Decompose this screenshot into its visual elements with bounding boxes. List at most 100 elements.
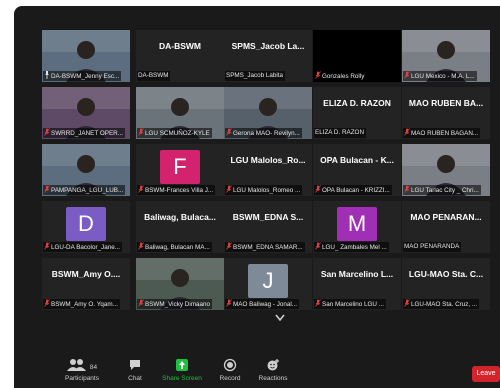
- participant-tile[interactable]: San Marcelino L... San Marcelino LGU ...: [313, 258, 401, 310]
- participant-name-label: Gerona MAO- Revilyn...: [225, 128, 302, 138]
- participant-name-label: Gonzales Rolly: [314, 71, 367, 81]
- participant-name-text: BSWM_Amy O. Yqam...: [51, 301, 118, 308]
- muted-mic-icon: [138, 185, 144, 193]
- participant-name-label: LGU Tarlac City _ Chri...: [403, 185, 481, 195]
- participant-tile[interactable]: Gonzales Rolly: [313, 30, 401, 82]
- participant-tile[interactable]: MAO PENARAN... MAO PENARANDA: [402, 201, 490, 253]
- participant-tile[interactable]: LGU-MAO Sta. C... LGU-MAO Sta. Cruz, ...: [402, 258, 490, 310]
- participant-tile[interactable]: LGU Tarlac City _ Chri...: [402, 144, 490, 196]
- participant-tile[interactable]: F BSWM-Frances Villa J...: [136, 144, 224, 196]
- participant-name-text: MAO RUBEN BAGAN...: [411, 130, 479, 137]
- participant-name-label: LGU SCMUÑOZ-KYLE: [137, 128, 212, 138]
- participant-tile[interactable]: BSWM_EDNA S... BSWM_EDNA SAMAR...: [224, 201, 312, 253]
- participant-tile[interactable]: Baliwag, Bulaca... Baliwag, Bulacan MA...: [136, 201, 224, 253]
- chat-bubble-icon: [124, 358, 146, 372]
- participant-name-label: BSWM-Frances Villa J...: [137, 185, 216, 195]
- participants-label: Participants: [65, 375, 99, 382]
- participant-name-label: LGU Mexico - M.A. L...: [403, 71, 477, 81]
- participant-name-label: LGU Malolos_Romeo ...: [225, 185, 303, 195]
- avatar: F: [160, 150, 200, 184]
- participant-display-name: BSWM_EDNA S...: [232, 212, 304, 222]
- chat-label: Chat: [128, 375, 142, 382]
- muted-mic-icon: [226, 242, 232, 250]
- avatar: J: [248, 264, 288, 298]
- participant-display-name: SPMS_Jacob La...: [231, 41, 305, 51]
- participant-tile[interactable]: BSWM_Amy O.... BSWM_Amy O. Yqam...: [42, 258, 130, 310]
- share-screen-button[interactable]: Share Screen: [162, 358, 202, 386]
- muted-mic-icon: [226, 299, 232, 307]
- meeting-area: DA-BSWM_Jenny Esc... DA-BSWM DA-BSWM SPMS_J…: [14, 6, 500, 388]
- muted-mic-icon: [315, 71, 321, 79]
- participant-name-text: PAMPANGA_LGU_LUB...: [51, 187, 124, 194]
- participants-button[interactable]: 84 Participants: [62, 358, 102, 386]
- participant-tile[interactable]: SWRRD_JANET OPER...: [42, 87, 130, 139]
- participant-name-text: BSWM_EDNA SAMAR...: [233, 244, 303, 251]
- participant-tile[interactable]: M LGU_ Zambales Mel ...: [313, 201, 401, 253]
- participant-name-label: San Marcelino LGU ...: [314, 299, 386, 309]
- participant-name-label: LGU-MAO Sta. Cruz, ...: [403, 299, 480, 309]
- reactions-button[interactable]: Reactions: [258, 358, 288, 386]
- leave-button[interactable]: Leave: [472, 366, 500, 382]
- participant-grid: DA-BSWM_Jenny Esc... DA-BSWM DA-BSWM SPMS_J…: [42, 30, 500, 312]
- participant-name-text: DA-BSWM: [138, 72, 169, 79]
- participant-name-label: BSWM_Amy O. Yqam...: [43, 299, 120, 309]
- participant-name-label: LGU-DA Bacolor_Jane...: [43, 242, 122, 252]
- participant-tile[interactable]: Gerona MAO- Revilyn...: [224, 87, 312, 139]
- participant-name-label: DA-BSWM_Jenny Esc...: [43, 71, 122, 81]
- muted-mic-icon: [44, 185, 50, 193]
- participant-name-text: Gonzales Rolly: [322, 73, 365, 80]
- participant-tile[interactable]: LGU Malolos_Ro... LGU Malolos_Romeo ...: [224, 144, 312, 196]
- record-icon: [216, 358, 244, 372]
- participant-tile[interactable]: ELIZA D. RAZON ELIZA D. RAZON: [313, 87, 401, 139]
- participant-name-text: LGU Mexico - M.A. L...: [411, 73, 475, 80]
- muted-mic-icon: [315, 299, 321, 307]
- participant-tile[interactable]: DA-BSWM DA-BSWM: [136, 30, 224, 82]
- participant-name-text: LGU Tarlac City _ Chri...: [411, 187, 479, 194]
- participant-name-text: San Marcelino LGU ...: [322, 301, 384, 308]
- muted-mic-icon: [226, 185, 232, 193]
- participant-tile[interactable]: OPA Bulacan - K... OPA Bulacan - KRIZZI..…: [313, 144, 401, 196]
- participant-name-text: LGU-MAO Sta. Cruz, ...: [411, 301, 478, 308]
- participant-display-name: San Marcelino L...: [320, 269, 394, 279]
- participant-display-name: LGU-MAO Sta. C...: [408, 269, 484, 279]
- avatar: D: [66, 207, 106, 241]
- muted-mic-icon: [138, 299, 144, 307]
- chat-button[interactable]: Chat: [124, 358, 146, 386]
- record-label: Record: [219, 375, 241, 382]
- chevron-down-icon[interactable]: [270, 312, 290, 324]
- participant-tile[interactable]: SPMS_Jacob La... SPMS_Jacob Labita: [224, 30, 312, 82]
- participant-tile[interactable]: MAO RUBEN BA... MAO RUBEN BAGAN...: [402, 87, 490, 139]
- participant-display-name: MAO RUBEN BA...: [408, 98, 484, 108]
- avatar: M: [337, 207, 377, 241]
- pin-icon: [45, 71, 49, 79]
- participant-tile[interactable]: LGU SCMUÑOZ-KYLE: [136, 87, 224, 139]
- record-button[interactable]: Record: [216, 358, 244, 386]
- participant-tile[interactable]: J MAO Baliwag - Jonal...: [224, 258, 312, 310]
- participant-name-text: OPA Bulacan - KRIZZI...: [322, 187, 390, 194]
- muted-mic-icon: [226, 128, 232, 136]
- participant-name-text: SWRRD_JANET OPER...: [51, 130, 123, 137]
- participant-tile[interactable]: D LGU-DA Bacolor_Jane...: [42, 201, 130, 253]
- muted-mic-icon: [44, 242, 50, 250]
- participant-name-text: LGU SCMUÑOZ-KYLE: [145, 130, 210, 137]
- participant-name-text: BSWM-Frances Villa J...: [145, 187, 214, 194]
- participant-tile[interactable]: PAMPANGA_LGU_LUB...: [42, 144, 130, 196]
- participant-name-text: LGU-DA Bacolor_Jane...: [51, 244, 120, 251]
- participant-name-label: Baliwag, Bulacan MA...: [137, 242, 212, 252]
- meeting-toolbar: 84 Participants Chat Share Screen Record…: [14, 356, 500, 388]
- muted-mic-icon: [44, 128, 50, 136]
- muted-mic-icon: [315, 242, 321, 250]
- participant-name-text: LGU Malolos_Romeo ...: [233, 187, 301, 194]
- participant-tile[interactable]: BSWM_Vicky Dimaano: [136, 258, 224, 310]
- participant-display-name: LGU Malolos_Ro...: [230, 155, 306, 165]
- participant-name-label: BSWM_Vicky Dimaano: [137, 299, 212, 309]
- participant-name-label: MAO Baliwag - Jonal...: [225, 299, 300, 309]
- participant-name-label: ELIZA D. RAZON: [314, 128, 366, 138]
- participant-name-text: BSWM_Vicky Dimaano: [145, 301, 210, 308]
- participant-display-name: Baliwag, Bulaca...: [144, 212, 216, 222]
- people-icon: 84: [62, 358, 102, 372]
- participant-tile[interactable]: DA-BSWM_Jenny Esc...: [42, 30, 130, 82]
- participant-tile[interactable]: LGU Mexico - M.A. L...: [402, 30, 490, 82]
- muted-mic-icon: [404, 185, 410, 193]
- participant-display-name: BSWM_Amy O....: [51, 269, 121, 279]
